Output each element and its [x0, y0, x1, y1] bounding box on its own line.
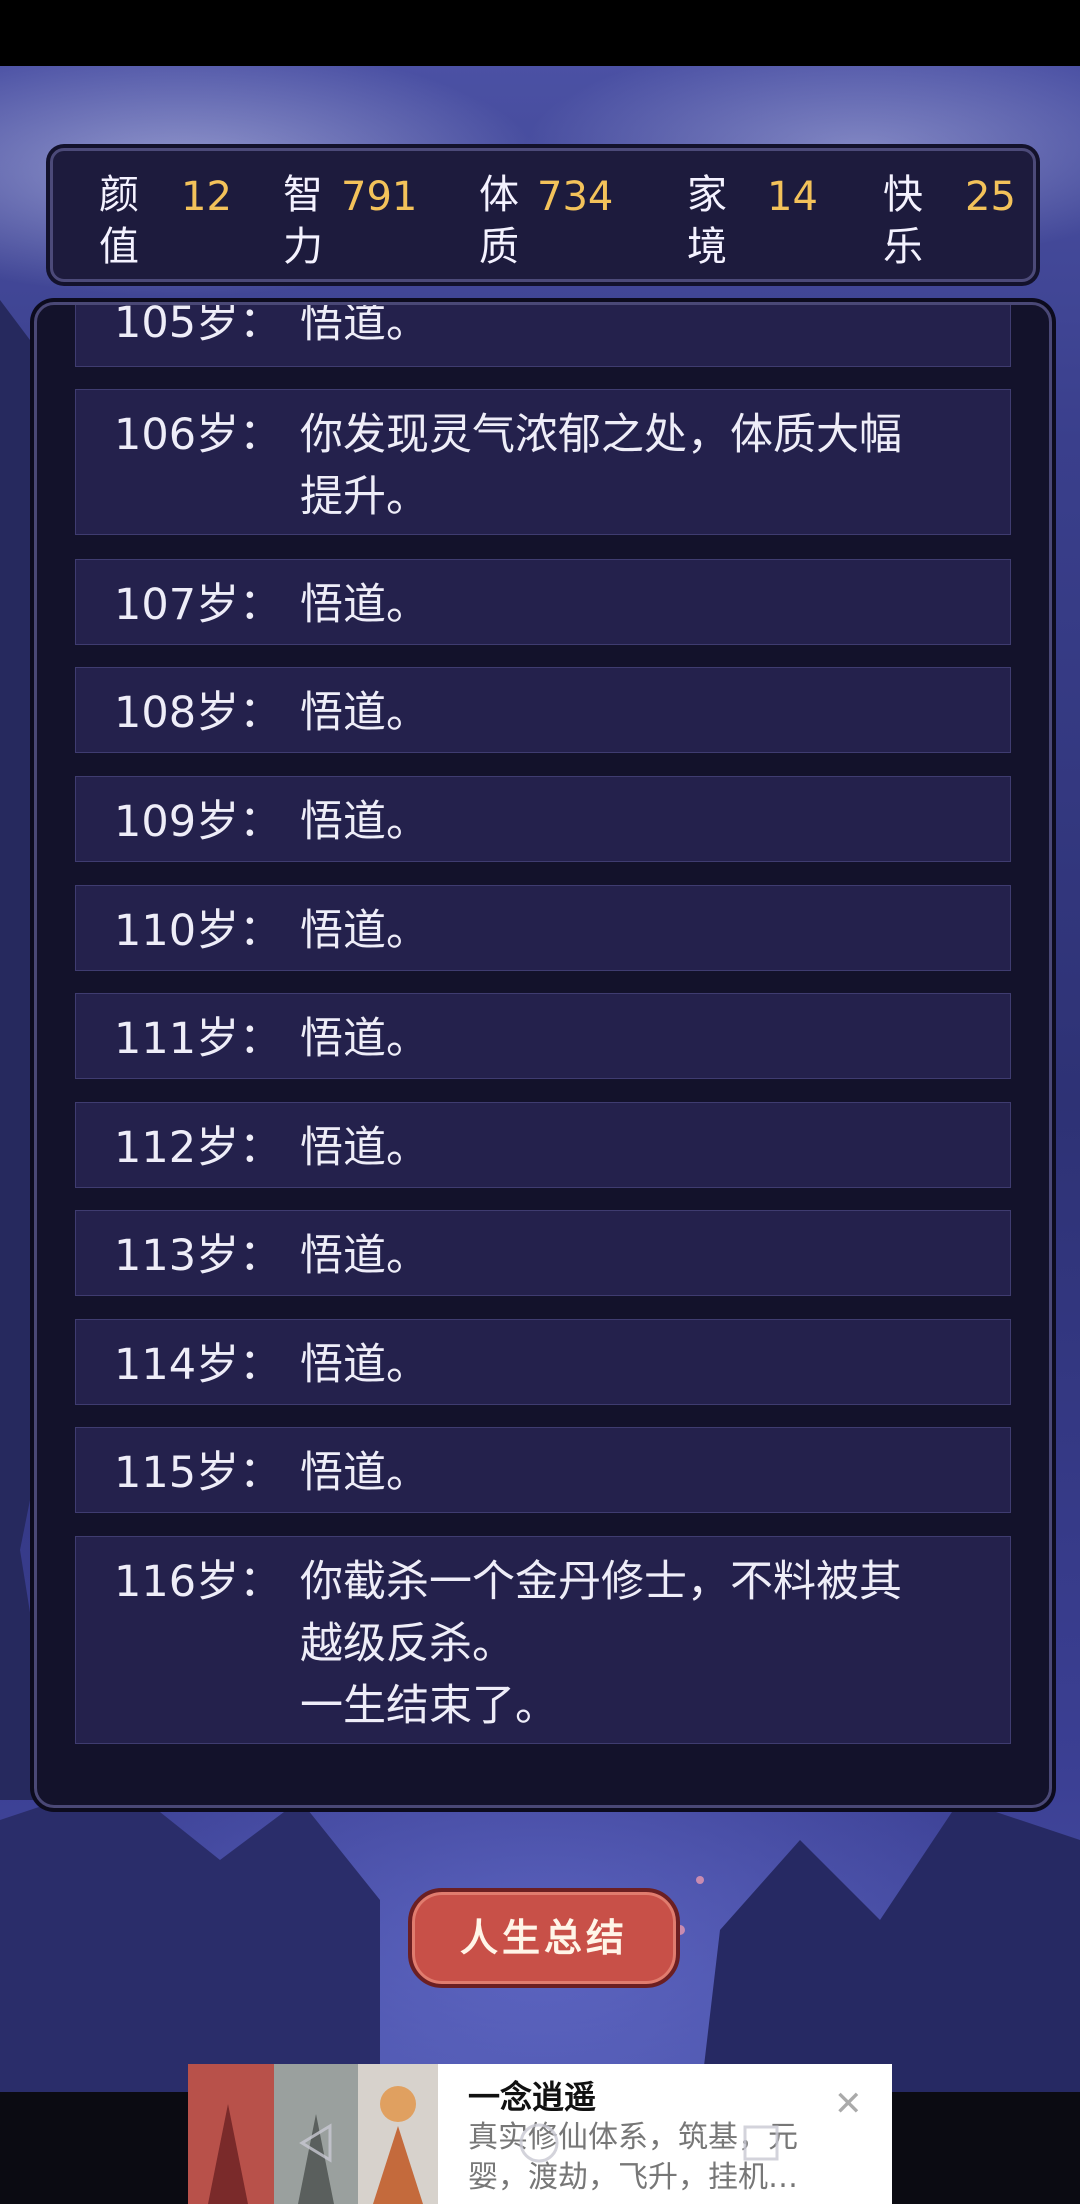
log-age: 116岁： — [114, 1557, 283, 1607]
stat-value: 25 — [965, 174, 1016, 220]
life-summary-button[interactable]: 人生总结 — [408, 1888, 680, 1988]
stat-label: 体质 — [479, 172, 519, 270]
log-entry: 115岁： 悟道。 — [75, 1427, 1011, 1513]
log-entry: 113岁： 悟道。 — [75, 1210, 1011, 1296]
log-text: 悟道。 — [300, 797, 429, 847]
stat-value: 734 — [537, 174, 614, 220]
log-entry: 105岁： 悟道。 — [75, 302, 1011, 367]
stat-label: 智力 — [283, 172, 323, 270]
stat-label: 家境 — [687, 172, 727, 270]
log-age: 109岁： — [114, 797, 283, 847]
stat-value: 14 — [767, 174, 818, 220]
ad-title: 一念逍遥 — [468, 2078, 597, 2116]
life-log-panel[interactable]: 105岁： 悟道。 106岁： 你发现灵气浓郁之处，体质大幅 提升。 107岁：… — [34, 302, 1052, 1808]
log-text: 悟道。 — [300, 1231, 429, 1281]
log-entry: 116岁： 你截杀一个金丹修士，不料被其 越级反杀。 一生结束了。 — [75, 1536, 1011, 1744]
home-icon[interactable] — [514, 2118, 564, 2168]
stat-label: 颜值 — [99, 172, 139, 270]
stat-label: 快乐 — [883, 172, 923, 270]
log-text: 你发现灵气浓郁之处，体质大幅 提升。 — [300, 410, 902, 522]
log-entry: 114岁： 悟道。 — [75, 1319, 1011, 1405]
log-age: 106岁： — [114, 410, 283, 460]
back-icon[interactable] — [292, 2118, 342, 2168]
status-bar — [0, 0, 1080, 66]
attribute-bar: 颜值 12 智力 791 体质 734 家境 14 快乐 25 — [50, 148, 1036, 282]
log-entry: 107岁： 悟道。 — [75, 559, 1011, 645]
close-icon[interactable]: ✕ — [834, 2084, 863, 2124]
log-age: 113岁： — [114, 1231, 283, 1281]
log-entry: 106岁： 你发现灵气浓郁之处，体质大幅 提升。 — [75, 389, 1011, 535]
log-age: 110岁： — [114, 906, 283, 956]
log-text: 悟道。 — [300, 1448, 429, 1498]
log-text: 悟道。 — [300, 1340, 429, 1390]
log-age: 111岁： — [114, 1014, 283, 1064]
log-entry: 111岁： 悟道。 — [75, 993, 1011, 1079]
log-age: 112岁： — [114, 1123, 283, 1173]
log-entry: 108岁： 悟道。 — [75, 667, 1011, 753]
log-text: 你截杀一个金丹修士，不料被其 越级反杀。 一生结束了。 — [300, 1557, 902, 1731]
log-text: 悟道。 — [300, 302, 429, 348]
recents-icon[interactable] — [736, 2118, 786, 2168]
stat-value: 12 — [181, 174, 232, 220]
log-text: 悟道。 — [300, 688, 429, 738]
stat-value: 791 — [341, 174, 418, 220]
log-text: 悟道。 — [300, 906, 429, 956]
log-entry: 112岁： 悟道。 — [75, 1102, 1011, 1188]
log-age: 108岁： — [114, 688, 283, 738]
log-age: 114岁： — [114, 1340, 283, 1390]
log-text: 悟道。 — [300, 1123, 429, 1173]
log-entry: 110岁： 悟道。 — [75, 885, 1011, 971]
log-age: 115岁： — [114, 1448, 283, 1498]
log-text: 悟道。 — [300, 580, 429, 630]
log-age: 107岁： — [114, 580, 283, 630]
log-entry: 109岁： 悟道。 — [75, 776, 1011, 862]
life-log-list[interactable]: 105岁： 悟道。 106岁： 你发现灵气浓郁之处，体质大幅 提升。 107岁：… — [75, 305, 1011, 1805]
log-age: 105岁： — [114, 302, 283, 348]
log-text: 悟道。 — [300, 1014, 429, 1064]
